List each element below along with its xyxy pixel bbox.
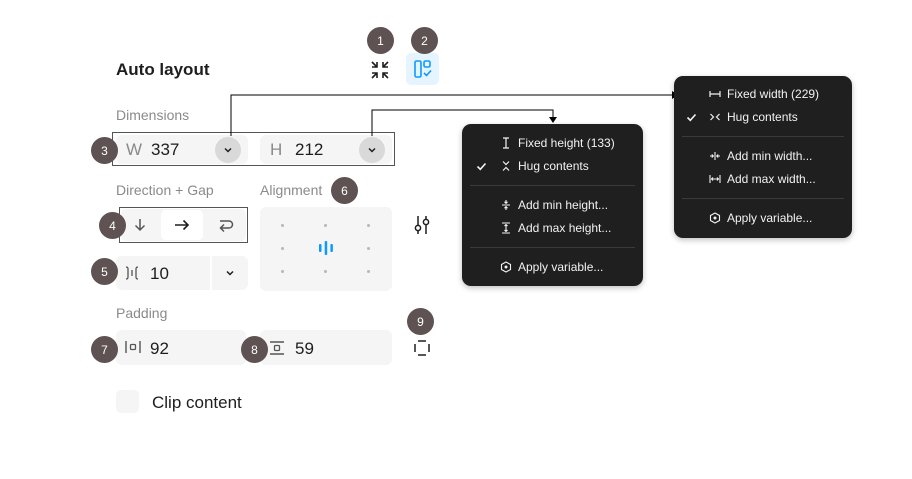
padding-vertical-value: 59 bbox=[295, 339, 314, 358]
menu-item-label: Add max width... bbox=[727, 172, 816, 186]
menu-item-hug-contents[interactable]: Hug contents bbox=[674, 107, 852, 127]
menu-item-label: Add min height... bbox=[518, 198, 609, 212]
padding-horizontal-field[interactable]: 92 bbox=[116, 330, 246, 365]
badge-5: 5 bbox=[91, 258, 118, 285]
badge-7: 7 bbox=[91, 336, 118, 363]
fixed-width-icon bbox=[708, 87, 722, 101]
badge-1: 1 bbox=[367, 27, 394, 54]
min-height-icon bbox=[499, 198, 513, 212]
alignment-dot[interactable] bbox=[324, 270, 327, 273]
menu-item-fixed-width[interactable]: Fixed width (229) bbox=[674, 84, 852, 104]
variable-icon bbox=[499, 260, 513, 274]
wrap-icon bbox=[219, 220, 234, 233]
alignment-dot[interactable] bbox=[281, 270, 284, 273]
width-dropdown-menu: Fixed width (229) Hug contents Add min w… bbox=[674, 76, 852, 238]
badge-4: 4 bbox=[99, 212, 126, 239]
gap-field[interactable]: 10 bbox=[116, 256, 248, 290]
menu-item-apply-variable[interactable]: Apply variable... bbox=[674, 208, 852, 228]
menu-separator bbox=[470, 185, 635, 186]
fixed-height-icon bbox=[499, 136, 513, 150]
alignment-grid[interactable] bbox=[260, 207, 392, 291]
menu-item-label: Hug contents bbox=[518, 159, 589, 173]
menu-item-label: Fixed width (229) bbox=[727, 87, 820, 101]
menu-item-label: Apply variable... bbox=[727, 211, 813, 225]
alignment-dot[interactable] bbox=[367, 224, 370, 227]
padding-label: Padding bbox=[116, 305, 168, 321]
menu-separator bbox=[682, 136, 844, 137]
padding-sides-icon bbox=[414, 340, 430, 356]
menu-item-add-min-height[interactable]: Add min height... bbox=[462, 195, 643, 215]
arrow-right-icon bbox=[175, 219, 190, 231]
clip-content-checkbox[interactable] bbox=[116, 390, 139, 413]
menu-separator bbox=[470, 247, 635, 248]
hug-vertical-icon bbox=[499, 159, 513, 173]
individual-padding-button[interactable] bbox=[410, 336, 434, 360]
menu-item-add-max-height[interactable]: Add max height... bbox=[462, 218, 643, 238]
alignment-dot[interactable] bbox=[281, 224, 284, 227]
badge-6: 6 bbox=[331, 177, 358, 204]
menu-item-add-max-width[interactable]: Add max width... bbox=[674, 169, 852, 189]
padding-vertical-field[interactable]: 59 bbox=[260, 330, 392, 365]
variable-icon bbox=[708, 211, 722, 225]
direction-gap-label: Direction + Gap bbox=[116, 182, 214, 198]
checkmark-icon bbox=[474, 159, 488, 173]
direction-control bbox=[121, 209, 246, 241]
gap-icon bbox=[125, 266, 139, 280]
chevron-down-icon bbox=[226, 270, 234, 276]
alignment-dot[interactable] bbox=[367, 270, 370, 273]
gap-dropdown-button[interactable] bbox=[212, 256, 248, 290]
gap-value: 10 bbox=[150, 264, 169, 283]
hug-horizontal-icon bbox=[708, 110, 722, 124]
direction-wrap-button[interactable] bbox=[206, 209, 246, 241]
menu-separator bbox=[682, 198, 844, 199]
menu-item-label: Hug contents bbox=[727, 110, 798, 124]
badge-2: 2 bbox=[411, 27, 438, 54]
alignment-dot[interactable] bbox=[281, 247, 284, 250]
checkmark-icon bbox=[684, 110, 698, 124]
alignment-label: Alignment bbox=[260, 182, 323, 198]
clip-content-label: Clip content bbox=[152, 393, 242, 412]
min-width-icon bbox=[708, 149, 722, 163]
badge-8: 8 bbox=[241, 336, 268, 363]
advanced-settings-button[interactable] bbox=[410, 212, 434, 238]
alignment-center-icon bbox=[319, 241, 333, 255]
sliders-icon bbox=[414, 216, 430, 234]
badge-3: 3 bbox=[91, 137, 118, 164]
max-height-icon bbox=[499, 221, 513, 235]
alignment-dot[interactable] bbox=[367, 247, 370, 250]
menu-item-label: Add min width... bbox=[727, 149, 813, 163]
menu-item-add-min-width[interactable]: Add min width... bbox=[674, 146, 852, 166]
alignment-dot[interactable] bbox=[324, 224, 327, 227]
direction-vertical-button[interactable] bbox=[121, 209, 159, 241]
arrow-down-icon bbox=[134, 219, 146, 232]
max-width-icon bbox=[708, 172, 722, 186]
menu-item-apply-variable[interactable]: Apply variable... bbox=[462, 257, 643, 277]
menu-item-label: Add max height... bbox=[518, 221, 612, 235]
menu-item-fixed-height[interactable]: Fixed height (133) bbox=[462, 133, 643, 153]
padding-vertical-icon bbox=[270, 341, 284, 355]
padding-horizontal-value: 92 bbox=[150, 339, 169, 358]
padding-horizontal-icon bbox=[125, 341, 141, 353]
direction-horizontal-button[interactable] bbox=[161, 210, 203, 240]
menu-item-label: Apply variable... bbox=[518, 260, 604, 274]
menu-item-label: Fixed height (133) bbox=[518, 136, 615, 150]
menu-item-hug-contents[interactable]: Hug contents bbox=[462, 156, 643, 176]
badge-9: 9 bbox=[407, 308, 434, 335]
height-dropdown-menu: Fixed height (133) Hug contents Add min … bbox=[462, 124, 643, 286]
